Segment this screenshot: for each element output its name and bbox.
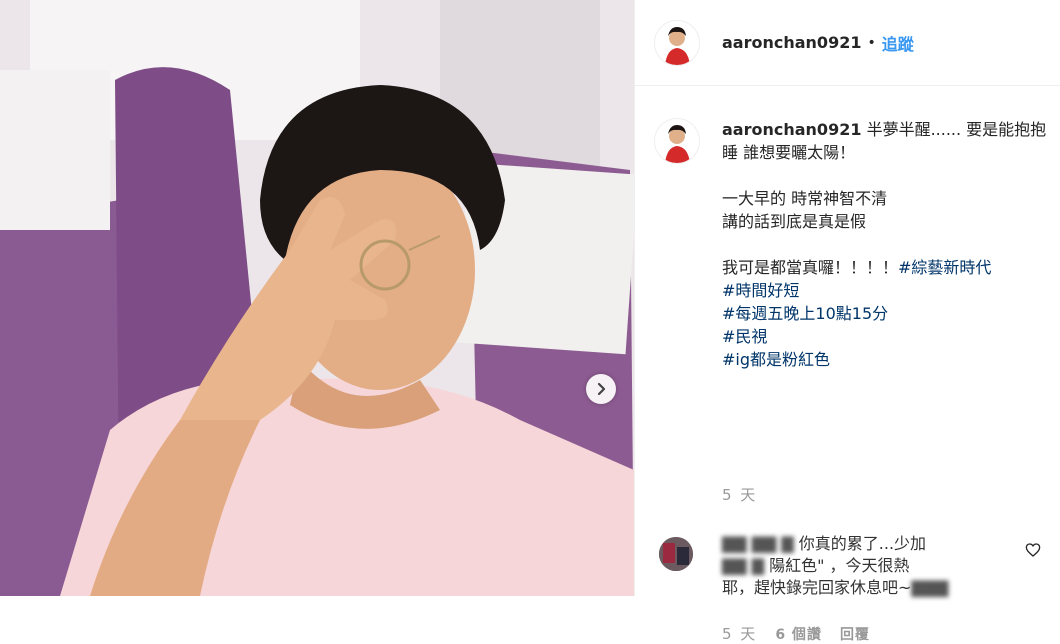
post-header: aaronchan0921 • 追蹤 (635, 0, 1060, 86)
avatar-image (655, 119, 699, 163)
commenter-avatar[interactable] (659, 537, 693, 571)
reply-button[interactable]: 回覆 (840, 624, 870, 644)
heart-icon (1025, 543, 1041, 557)
caption: aaronchan0921 半夢半醒...... 要是能抱抱睡 誰想要曬太陽！ … (654, 118, 1049, 371)
carousel-next-button[interactable] (586, 374, 616, 404)
like-comment-button[interactable] (1025, 542, 1041, 562)
chevron-right-icon (597, 382, 606, 396)
comment-item: ▇▇ ▇▇ ▇ 你真的累了...少加 ▇▇ ▇ 陽紅色" ，今天很熱 耶，趕快錄… (654, 533, 1054, 599)
comment-meta: 5 天 6 個讚 回覆 (722, 623, 870, 644)
hashtag-link[interactable]: #每週五晚上10點15分 (722, 302, 1049, 325)
blurred-text: ▇▇ ▇ (722, 556, 764, 575)
avatar-image (655, 20, 699, 65)
author-avatar[interactable] (654, 19, 700, 66)
hashtag-link[interactable]: #時間好短 (722, 279, 1049, 302)
hashtag-link[interactable]: #ig都是粉紅色 (722, 348, 1049, 371)
caption-line-4: 我可是都當真囉！！！！ (722, 258, 899, 277)
post-photo[interactable] (0, 0, 634, 596)
caption-timestamp[interactable]: 5 天 (722, 484, 757, 505)
comment-timestamp[interactable]: 5 天 (722, 623, 757, 644)
author-username[interactable]: aaronchan0921 (722, 33, 861, 52)
hashtag-link[interactable]: #綜藝新時代 (898, 258, 991, 277)
caption-username[interactable]: aaronchan0921 (722, 120, 861, 139)
photo-illustration (0, 0, 634, 596)
caption-avatar[interactable] (654, 118, 700, 164)
caption-text: aaronchan0921 半夢半醒...... 要是能抱抱睡 誰想要曬太陽！ … (722, 118, 1049, 371)
comment-line-1: 你真的累了...少加 (798, 534, 927, 553)
post-side-panel: aaronchan0921 • 追蹤 aaronchan0921 半夢半醒...… (634, 0, 1060, 643)
blurred-username: ▇▇ ▇▇ ▇ (722, 534, 794, 553)
comment-text: ▇▇ ▇▇ ▇ 你真的累了...少加 ▇▇ ▇ 陽紅色" ，今天很熱 耶，趕快錄… (722, 533, 992, 599)
comment-likes[interactable]: 6 個讚 (775, 624, 822, 644)
comment-line-3: 耶，趕快錄完回家休息吧~ (722, 578, 912, 597)
caption-line-2: 一大早的 時常神智不清 (722, 189, 888, 208)
separator-dot: • (867, 34, 876, 51)
follow-button[interactable]: 追蹤 (882, 31, 914, 55)
hashtag-link[interactable]: #民視 (722, 325, 1049, 348)
comment-line-2: 陽紅色" ，今天很熱 (769, 556, 910, 575)
avatar-image (659, 537, 693, 571)
blurred-emoji: ▇▇▇ (911, 578, 949, 597)
caption-line-3: 講的話到底是真是假 (722, 212, 867, 231)
